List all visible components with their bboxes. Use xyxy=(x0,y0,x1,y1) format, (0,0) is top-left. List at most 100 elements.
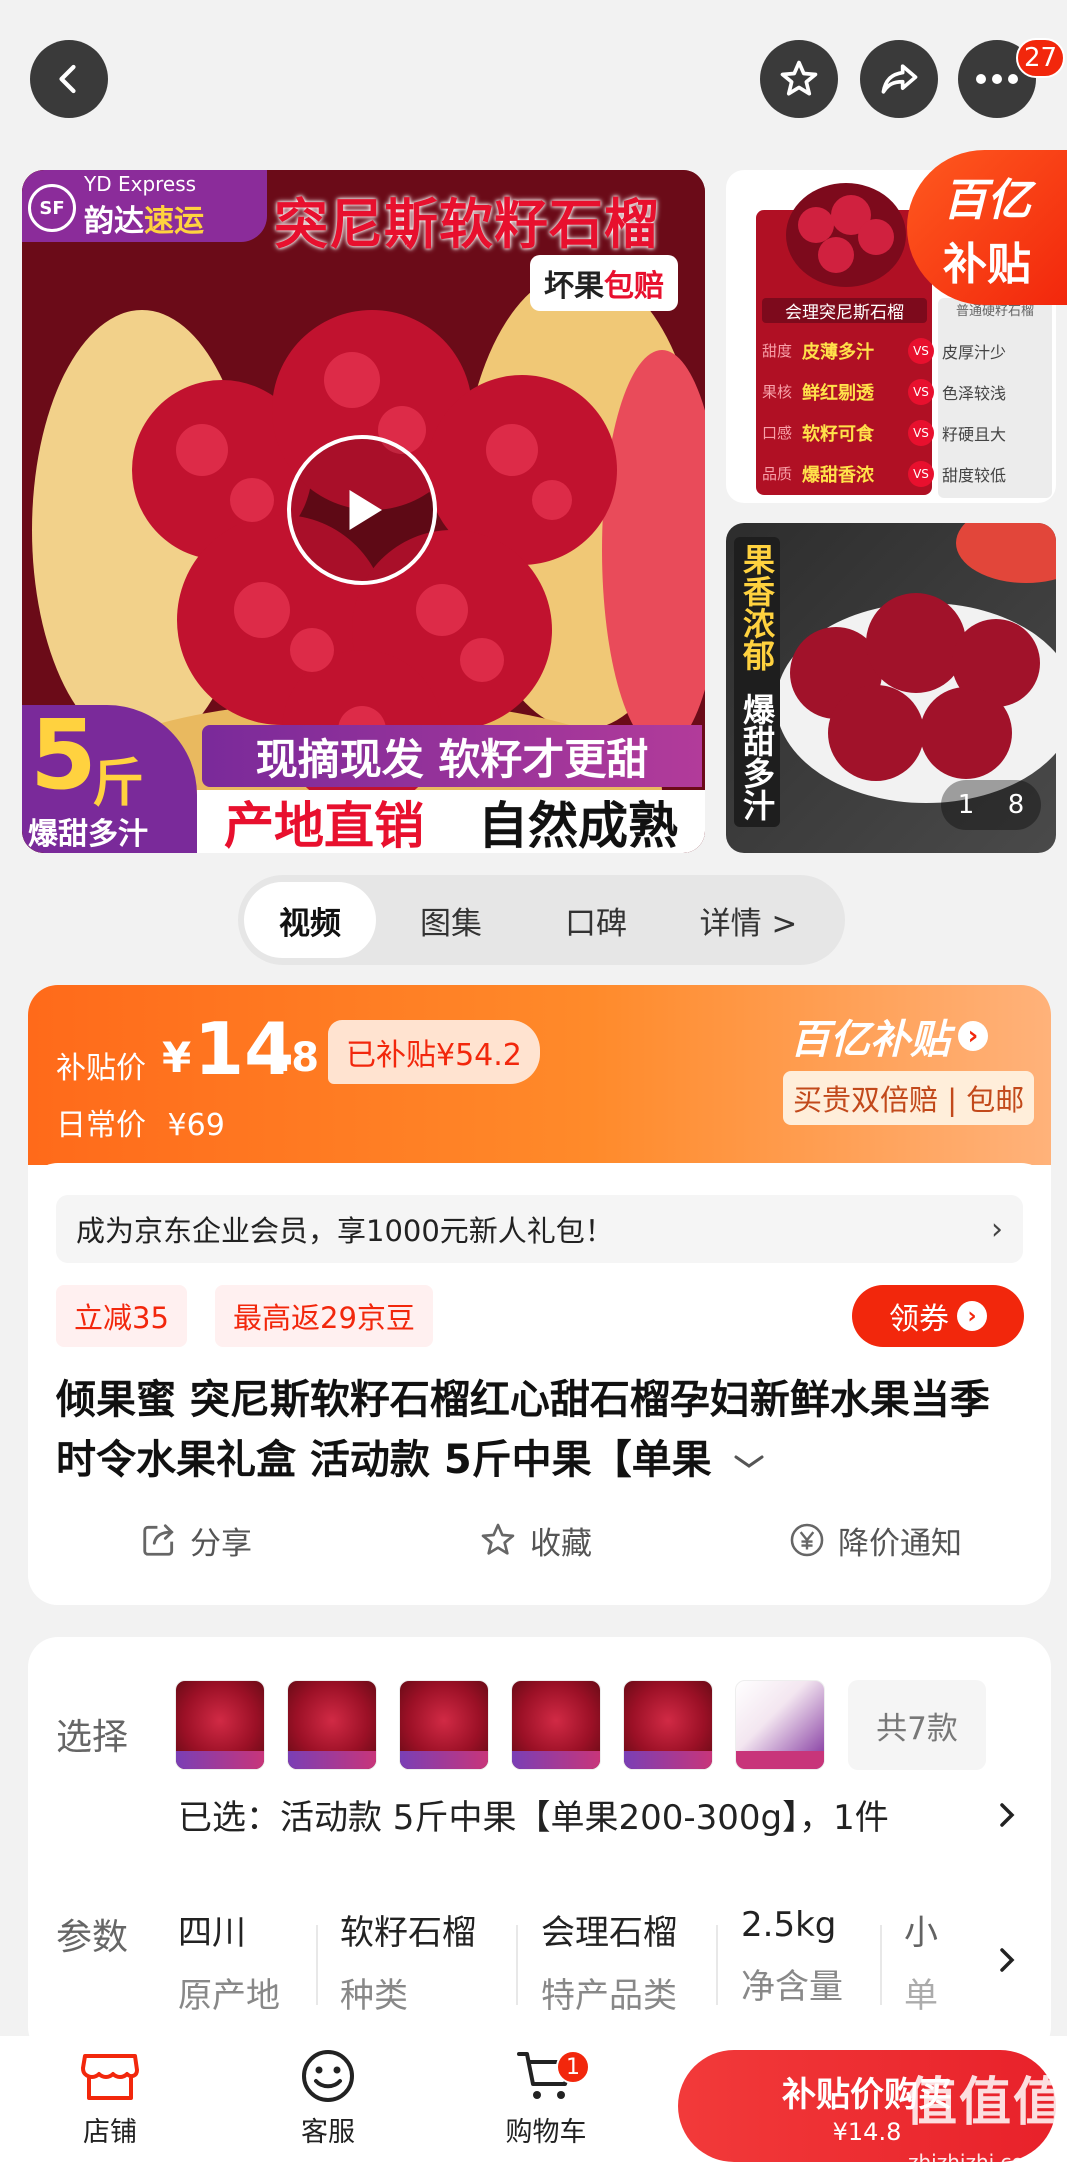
variant-thumb[interactable] xyxy=(175,1680,265,1770)
chevron-right-icon[interactable] xyxy=(996,1945,1020,1975)
price-alert-label: 降价通知 xyxy=(838,1525,962,1562)
customer-service-button[interactable]: 客服 xyxy=(258,2048,398,2149)
buy-button-price: ¥14.8 xyxy=(832,2117,902,2146)
subsidy-brand-sub: 买贵双倍赔 | 包邮 xyxy=(783,1071,1035,1125)
price-alert-action[interactable]: 降价通知 xyxy=(788,1515,962,1565)
param-divider xyxy=(880,1925,882,2005)
vs-badge: VS xyxy=(908,337,934,364)
discount-tag: 立减35 xyxy=(56,1285,187,1347)
subsidy-badge-line-2: 补贴 xyxy=(943,238,1031,290)
row-right: 皮厚汁少 xyxy=(942,342,1007,362)
store-button[interactable]: 店铺 xyxy=(40,2048,180,2149)
back-button[interactable] xyxy=(30,40,108,118)
comparison-row: 品质 爆甜香浓 VS 甜度较低 xyxy=(756,453,1052,494)
row-right: 甜度较低 xyxy=(942,465,1007,485)
star-icon xyxy=(780,60,818,96)
tab-details[interactable]: 详情 > xyxy=(666,882,831,958)
weight-sub: 爆甜多汁 xyxy=(28,817,148,852)
tab-gallery[interactable]: 图集 xyxy=(376,882,526,958)
express-cn-b: 速运 xyxy=(144,204,204,239)
weight-number: 5 xyxy=(30,699,97,811)
cart-button[interactable]: 购物车 xyxy=(476,2048,616,2149)
selected-variant-text[interactable]: 已选：活动款 5斤中果【单果200-300g】，1件 xyxy=(178,1790,889,1839)
product-title[interactable]: 倾果蜜 突尼斯软籽石榴红心甜石榴孕妇新鲜水果当季时令水果礼盒 活动款 5斤中果【… xyxy=(56,1370,1016,1490)
vs-badge: VS xyxy=(908,460,934,487)
message-count-badge: 27 xyxy=(1016,38,1066,78)
param-key: 净含量 xyxy=(741,1967,843,2007)
gallery-thumb-seeds[interactable]: 果香浓郁 爆甜多汁 1 8 xyxy=(726,523,1056,853)
vertical-caption-1: 果香浓郁 xyxy=(738,543,776,671)
param-origin: 四川 原产地 xyxy=(178,1905,280,2025)
more-dots-icon xyxy=(976,74,1018,84)
tab-video[interactable]: 视频 xyxy=(244,882,376,958)
play-icon xyxy=(349,490,382,530)
slogan-line-1: 现摘现发 软籽才更甜 xyxy=(202,725,702,787)
variant-thumb[interactable] xyxy=(511,1680,601,1770)
express-cn-a: 韵达 xyxy=(84,204,144,239)
weight-unit: 斤 xyxy=(92,754,145,814)
play-button[interactable] xyxy=(287,435,437,585)
variant-thumb[interactable] xyxy=(623,1680,713,1770)
guarantee-tag: 坏果 包赔 xyxy=(530,255,678,311)
guarantee-a: 坏果 xyxy=(544,269,604,304)
slogan-line-2: 产地直销 自然成熟 xyxy=(197,790,705,853)
param-key: 特产品类 xyxy=(541,1976,677,2016)
param-value: 软籽石榴 xyxy=(340,1913,476,1953)
chevron-right-icon: › xyxy=(958,1021,988,1051)
chevron-right-icon[interactable] xyxy=(996,1800,1020,1830)
enterprise-member-bar[interactable]: 成为京东企业会员，享1000元新人礼包！ › xyxy=(56,1195,1023,1263)
daily-price: 日常价 ¥69 xyxy=(56,1100,225,1144)
comparison-rows: 甜度 皮薄多汁 VS 皮厚汁少 果核 鲜红剔透 VS 色泽较浅 口感 软籽可食 … xyxy=(756,330,1052,494)
share-label: 分享 xyxy=(190,1525,252,1562)
slogan-2a: 产地直销 xyxy=(224,796,424,854)
variant-thumb-giftbox[interactable] xyxy=(735,1680,825,1770)
express-badge: SF YD Express 韵达速运 xyxy=(22,170,267,242)
param-value: 会理石榴 xyxy=(541,1913,677,1953)
product-headline: 突尼斯软籽石榴 xyxy=(274,193,659,256)
share-top-button[interactable] xyxy=(860,40,938,118)
star-outline-icon xyxy=(481,1523,515,1555)
product-title-text: 倾果蜜 突尼斯软籽石榴红心甜石榴孕妇新鲜水果当季时令水果礼盒 活动款 5斤中果【… xyxy=(56,1377,990,1483)
row-right: 籽硬且大 xyxy=(942,424,1007,444)
service-label: 客服 xyxy=(301,2117,355,2148)
param-specialty: 会理石榴 特产品类 xyxy=(541,1905,677,2025)
pager-total: 8 xyxy=(1007,790,1025,820)
subsidy-brand[interactable]: 百亿补贴 › xyxy=(790,1007,988,1065)
comparison-row: 果核 鲜红剔透 VS 色泽较浅 xyxy=(756,371,1052,412)
subsidy-brand-label: 百亿补贴 xyxy=(790,1017,950,1063)
pomegranate-thumb-image xyxy=(786,183,906,287)
share-action[interactable]: 分享 xyxy=(140,1515,252,1565)
row-key: 口感 xyxy=(762,424,793,442)
total-styles-button[interactable]: 共7款 xyxy=(848,1680,986,1770)
param-divider xyxy=(716,1925,718,2005)
price-currency: ¥ xyxy=(162,1033,192,1082)
pager-current: 1 xyxy=(957,790,975,820)
share-arrow-icon xyxy=(881,64,918,94)
express-cn-label: 韵达速运 xyxy=(84,196,204,240)
param-key: 单 xyxy=(904,1976,938,2016)
gallery-pager: 1 8 xyxy=(941,780,1041,830)
price-label: 补贴价 xyxy=(56,1051,146,1086)
member-bar-text: 成为京东企业会员，享1000元新人礼包！ xyxy=(76,1214,614,1248)
tab-reviews[interactable]: 口碑 xyxy=(526,882,666,958)
row-left: 软籽可食 xyxy=(802,423,874,445)
main-product-video[interactable]: SF YD Express 韵达速运 突尼斯软籽石榴 坏果 包赔 5 斤 爆甜多汁… xyxy=(22,170,705,853)
vs-badge: VS xyxy=(908,419,934,446)
param-divider xyxy=(316,1925,318,2005)
variant-thumb[interactable] xyxy=(399,1680,489,1770)
params-label: 参数 xyxy=(56,1917,129,1958)
get-coupon-button[interactable]: 领券 › xyxy=(852,1285,1024,1347)
vertical-caption-2: 爆甜多汁 xyxy=(738,693,776,821)
daily-price-label: 日常价 xyxy=(56,1108,146,1143)
param-value: 四川 xyxy=(178,1913,246,1953)
row-key: 果核 xyxy=(762,383,793,401)
store-icon xyxy=(81,2054,139,2100)
row-key: 品质 xyxy=(762,465,793,483)
favorite-action[interactable]: 收藏 xyxy=(478,1515,592,1565)
variant-thumb[interactable] xyxy=(287,1680,377,1770)
row-key: 甜度 xyxy=(762,342,793,360)
favorite-top-button[interactable] xyxy=(760,40,838,118)
store-label: 店铺 xyxy=(83,2117,137,2148)
coupon-label: 领券 xyxy=(889,1302,949,1337)
row-right: 色泽较浅 xyxy=(942,383,1007,403)
